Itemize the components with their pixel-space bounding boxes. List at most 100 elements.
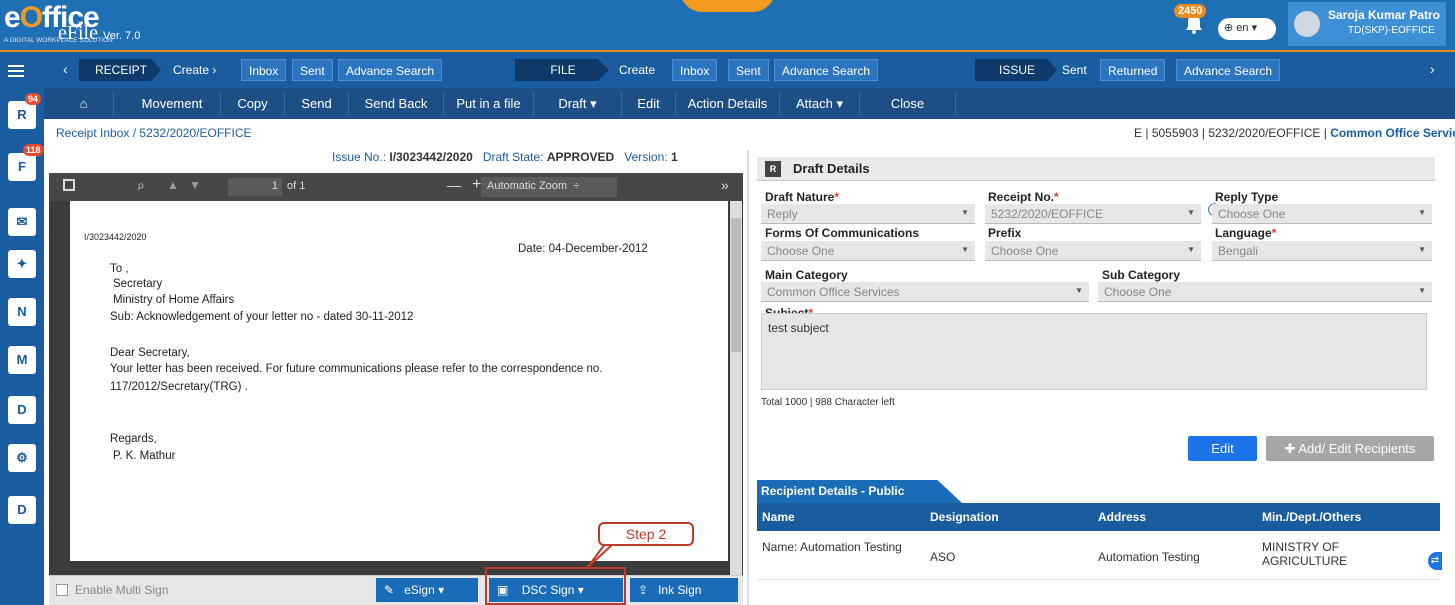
cell-address: Automation Testing bbox=[1098, 550, 1200, 564]
esign-button[interactable]: ✎ eSign ▾ bbox=[376, 578, 478, 602]
add-edit-recipients-button[interactable]: ✚ Add/ Edit Recipients bbox=[1266, 436, 1434, 461]
action-details[interactable]: Action Details bbox=[676, 92, 780, 116]
header-pull-tab[interactable] bbox=[680, 0, 775, 12]
menu-issue-head[interactable]: ISSUE bbox=[975, 59, 1057, 81]
col-name: Name bbox=[762, 510, 795, 524]
action-send[interactable]: Send bbox=[285, 92, 349, 116]
breadcrumb-current: 5232/2020/EOFFICE bbox=[139, 126, 252, 140]
zoom-out-icon[interactable]: — bbox=[447, 177, 461, 193]
action-copy[interactable]: Copy bbox=[221, 92, 285, 116]
draft-nature-select[interactable]: Reply ▼ bbox=[761, 204, 975, 224]
notice-module-icon[interactable]: N bbox=[8, 298, 36, 326]
left-rail: R 94 F 118 ✉ ✦ N M D ⚙ D bbox=[0, 88, 44, 605]
more-tools-icon[interactable]: » bbox=[721, 177, 729, 193]
breadcrumb-root[interactable]: Receipt Inbox bbox=[56, 126, 129, 140]
menu-issue-returned[interactable]: Returned bbox=[1100, 59, 1166, 81]
communications-select[interactable]: Choose One ▼ bbox=[761, 241, 975, 261]
receipt-no-label: Receipt No.* bbox=[988, 190, 1059, 204]
hamburger-icon[interactable] bbox=[8, 65, 24, 77]
user-settings-icon[interactable]: ⚙ bbox=[8, 444, 36, 472]
search-icon[interactable]: ⌕ bbox=[137, 177, 145, 194]
main-category-select[interactable]: Common Office Services ▼ bbox=[761, 282, 1089, 302]
draft-details-header: R Draft Details bbox=[757, 157, 1435, 181]
receipt-module-icon[interactable]: R bbox=[8, 101, 36, 129]
dsc-highlight-box bbox=[485, 567, 626, 605]
dsc-module-icon-2[interactable]: D bbox=[8, 496, 36, 524]
user-role: TD(SKP)-EOFFICE bbox=[1348, 25, 1435, 36]
panel-divider bbox=[747, 150, 749, 605]
zoom-in-icon[interactable]: + bbox=[472, 176, 481, 194]
draft-edit-button[interactable]: Edit bbox=[1188, 436, 1257, 461]
sub-category-select[interactable]: Choose One ▼ bbox=[1098, 282, 1432, 302]
action-bar: ⌂ Movement Copy Send Send Back Put in a … bbox=[44, 88, 1455, 119]
pdf-scroll-thumb[interactable] bbox=[731, 218, 741, 352]
reply-type-select[interactable]: Choose One ▼ bbox=[1212, 204, 1432, 224]
receipt-info: E | 5055903 | 5232/2020/EOFFICE | Common… bbox=[1134, 126, 1455, 140]
next-page-icon[interactable]: ▼ bbox=[189, 178, 201, 192]
menu-scroll-left-icon[interactable]: ‹ bbox=[63, 61, 68, 77]
main-category-label: Main Category bbox=[765, 268, 848, 282]
breadcrumb: Receipt Inbox / 5232/2020/EOFFICE bbox=[56, 126, 252, 140]
plus-icon: ✚ bbox=[1284, 441, 1296, 456]
ink-sign-button[interactable]: ⇪ Ink Sign bbox=[630, 578, 738, 602]
action-movement[interactable]: Movement bbox=[124, 92, 221, 116]
issue-info: Issue No.: I/3023442/2020 Draft State: A… bbox=[332, 150, 678, 164]
file-module-icon[interactable]: F bbox=[8, 153, 36, 181]
menu-file-sent[interactable]: Sent bbox=[728, 59, 769, 81]
prefix-select[interactable]: Choose One ▼ bbox=[985, 241, 1201, 261]
action-send-back[interactable]: Send Back bbox=[349, 92, 444, 116]
envelope-star-icon[interactable]: ✦ bbox=[8, 250, 36, 278]
menu-receipt-create[interactable]: Create › bbox=[166, 59, 223, 81]
home-icon[interactable]: ⌂ bbox=[54, 92, 114, 116]
language-select[interactable]: Bengali ▼ bbox=[1212, 241, 1432, 261]
draft-nature-label: Draft Nature* bbox=[765, 190, 840, 204]
dispatch-mail-icon[interactable]: ✉ bbox=[8, 208, 36, 236]
action-edit[interactable]: Edit bbox=[622, 92, 676, 116]
notification-count-badge: 2450 bbox=[1174, 4, 1207, 18]
language-label: Language* bbox=[1215, 226, 1277, 240]
action-put-in-file[interactable]: Put in a file bbox=[444, 92, 534, 116]
menu-issue-advance-search[interactable]: Advance Search bbox=[1176, 59, 1281, 81]
file-count-badge: 118 bbox=[23, 144, 44, 156]
sidebar-toggle-icon[interactable] bbox=[63, 179, 75, 191]
menu-receipt-head[interactable]: RECEIPT bbox=[79, 59, 162, 81]
previous-page-icon[interactable]: ▲ bbox=[167, 178, 179, 192]
app-header: eOffice A DIGITAL WORKPLACE SOLUTION eFi… bbox=[0, 0, 1455, 52]
globe-icon: ⊕ bbox=[1224, 22, 1234, 34]
page-number-input[interactable]: 1 bbox=[228, 178, 282, 196]
receipt-no-select[interactable]: 5232/2020/EOFFICE ▼ bbox=[985, 204, 1201, 224]
draft-icon: R bbox=[765, 161, 781, 177]
subject-textarea[interactable]: test subject bbox=[761, 313, 1427, 390]
reply-type-label: Reply Type bbox=[1215, 190, 1279, 204]
recipient-details-tab[interactable]: Recipient Details - Public bbox=[757, 480, 962, 503]
multi-sign-label: Enable Multi Sign bbox=[75, 583, 169, 597]
multi-sign-checkbox[interactable] bbox=[56, 584, 68, 596]
action-draft[interactable]: Draft ▾ bbox=[534, 92, 622, 116]
menu-file-head[interactable]: FILE bbox=[515, 59, 609, 81]
cell-name: Name: Automation Testing bbox=[762, 540, 902, 554]
action-close[interactable]: Close bbox=[860, 92, 956, 116]
dsc-module-icon[interactable]: D bbox=[8, 396, 36, 424]
language-selector[interactable]: ⊕ en ▾ bbox=[1218, 18, 1276, 40]
character-count: Total 1000 | 988 Character left bbox=[761, 397, 895, 408]
receipt-count-badge: 94 bbox=[25, 93, 42, 105]
zoom-select[interactable]: Automatic Zoom ÷ bbox=[481, 177, 617, 197]
avatar bbox=[1294, 11, 1320, 37]
side-toggle-icon[interactable]: ⇄ bbox=[1428, 552, 1442, 570]
page-total: of 1 bbox=[287, 180, 306, 192]
menu-file-advance-search[interactable]: Advance Search bbox=[774, 59, 879, 81]
menu-scroll-right-icon[interactable]: › bbox=[1430, 61, 1435, 77]
menu-receipt-sent[interactable]: Sent bbox=[292, 59, 333, 81]
menu-file-inbox[interactable]: Inbox bbox=[672, 59, 718, 81]
user-menu[interactable]: Saroja Kumar Patro TD(SKP)-EOFFICE bbox=[1288, 2, 1446, 46]
step-callout: Step 2 bbox=[598, 522, 694, 546]
action-attach[interactable]: Attach ▾ bbox=[780, 92, 860, 116]
meeting-module-icon[interactable]: M bbox=[8, 346, 36, 374]
menu-file-create[interactable]: Create bbox=[612, 59, 662, 81]
menu-receipt-inbox[interactable]: Inbox bbox=[241, 59, 287, 81]
sub-category-label: Sub Category bbox=[1102, 268, 1181, 282]
col-address: Address bbox=[1098, 510, 1147, 524]
col-designation: Designation bbox=[930, 510, 999, 524]
menu-receipt-advance-search[interactable]: Advance Search bbox=[338, 59, 443, 81]
menu-issue-sent[interactable]: Sent bbox=[1055, 59, 1094, 81]
